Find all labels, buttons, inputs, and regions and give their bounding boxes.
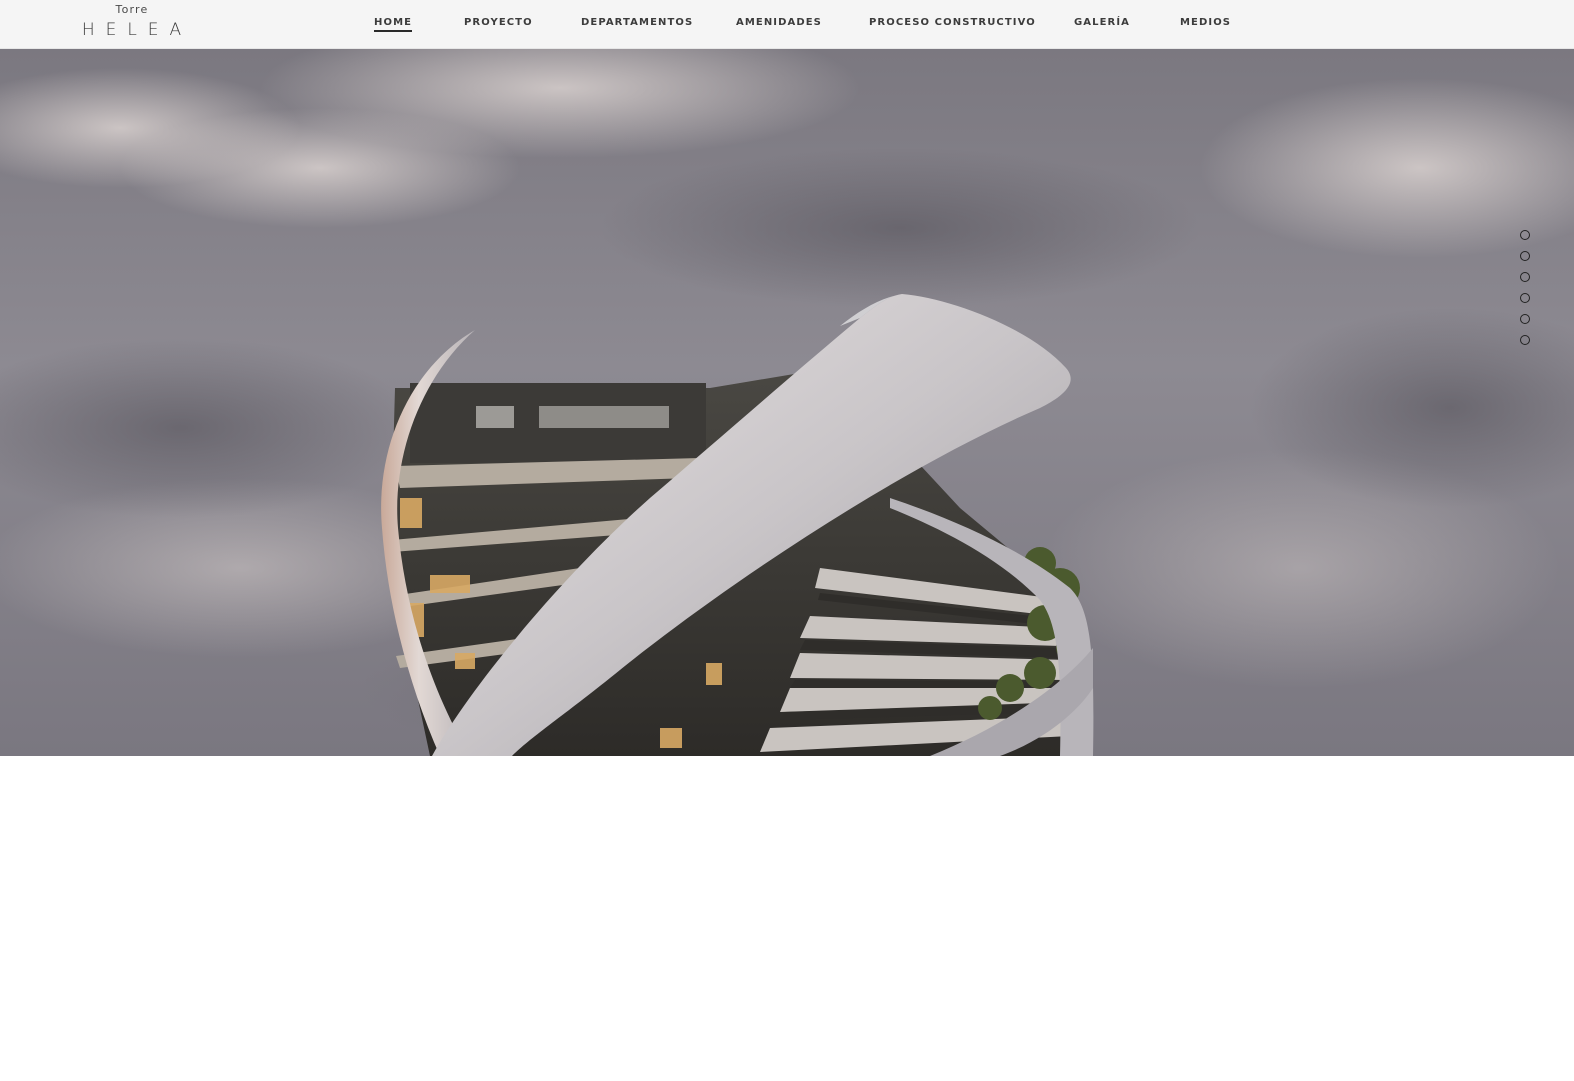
hero-tower-image	[0, 48, 1574, 756]
nav-item-medios[interactable]: MEDIOS	[1180, 17, 1231, 28]
top-navigation-bar: Torre HELEA HOME PROYECTO DEPARTAMENTOS …	[0, 0, 1574, 48]
slide-dot-4[interactable]	[1520, 293, 1530, 303]
hero-slider	[0, 48, 1574, 756]
nav-item-proceso-constructivo[interactable]: PROCESO CONSTRUCTIVO	[869, 17, 1036, 28]
nav-item-amenidades[interactable]: AMENIDADES	[736, 17, 822, 28]
slide-dot-1[interactable]	[1520, 230, 1530, 240]
slide-dot-2[interactable]	[1520, 251, 1530, 261]
main-nav: HOME PROYECTO DEPARTAMENTOS AMENIDADES P…	[0, 0, 1574, 48]
nav-item-home[interactable]: HOME	[374, 17, 413, 32]
nav-item-proyecto[interactable]: PROYECTO	[464, 17, 533, 28]
nav-item-departamentos[interactable]: DEPARTAMENTOS	[581, 17, 693, 28]
slide-dot-3[interactable]	[1520, 272, 1530, 282]
nav-item-galeria[interactable]: GALERÍA	[1074, 17, 1130, 28]
slide-dot-5[interactable]	[1520, 314, 1530, 324]
content-area-blank	[0, 756, 1574, 1081]
slide-dot-6[interactable]	[1520, 335, 1530, 345]
